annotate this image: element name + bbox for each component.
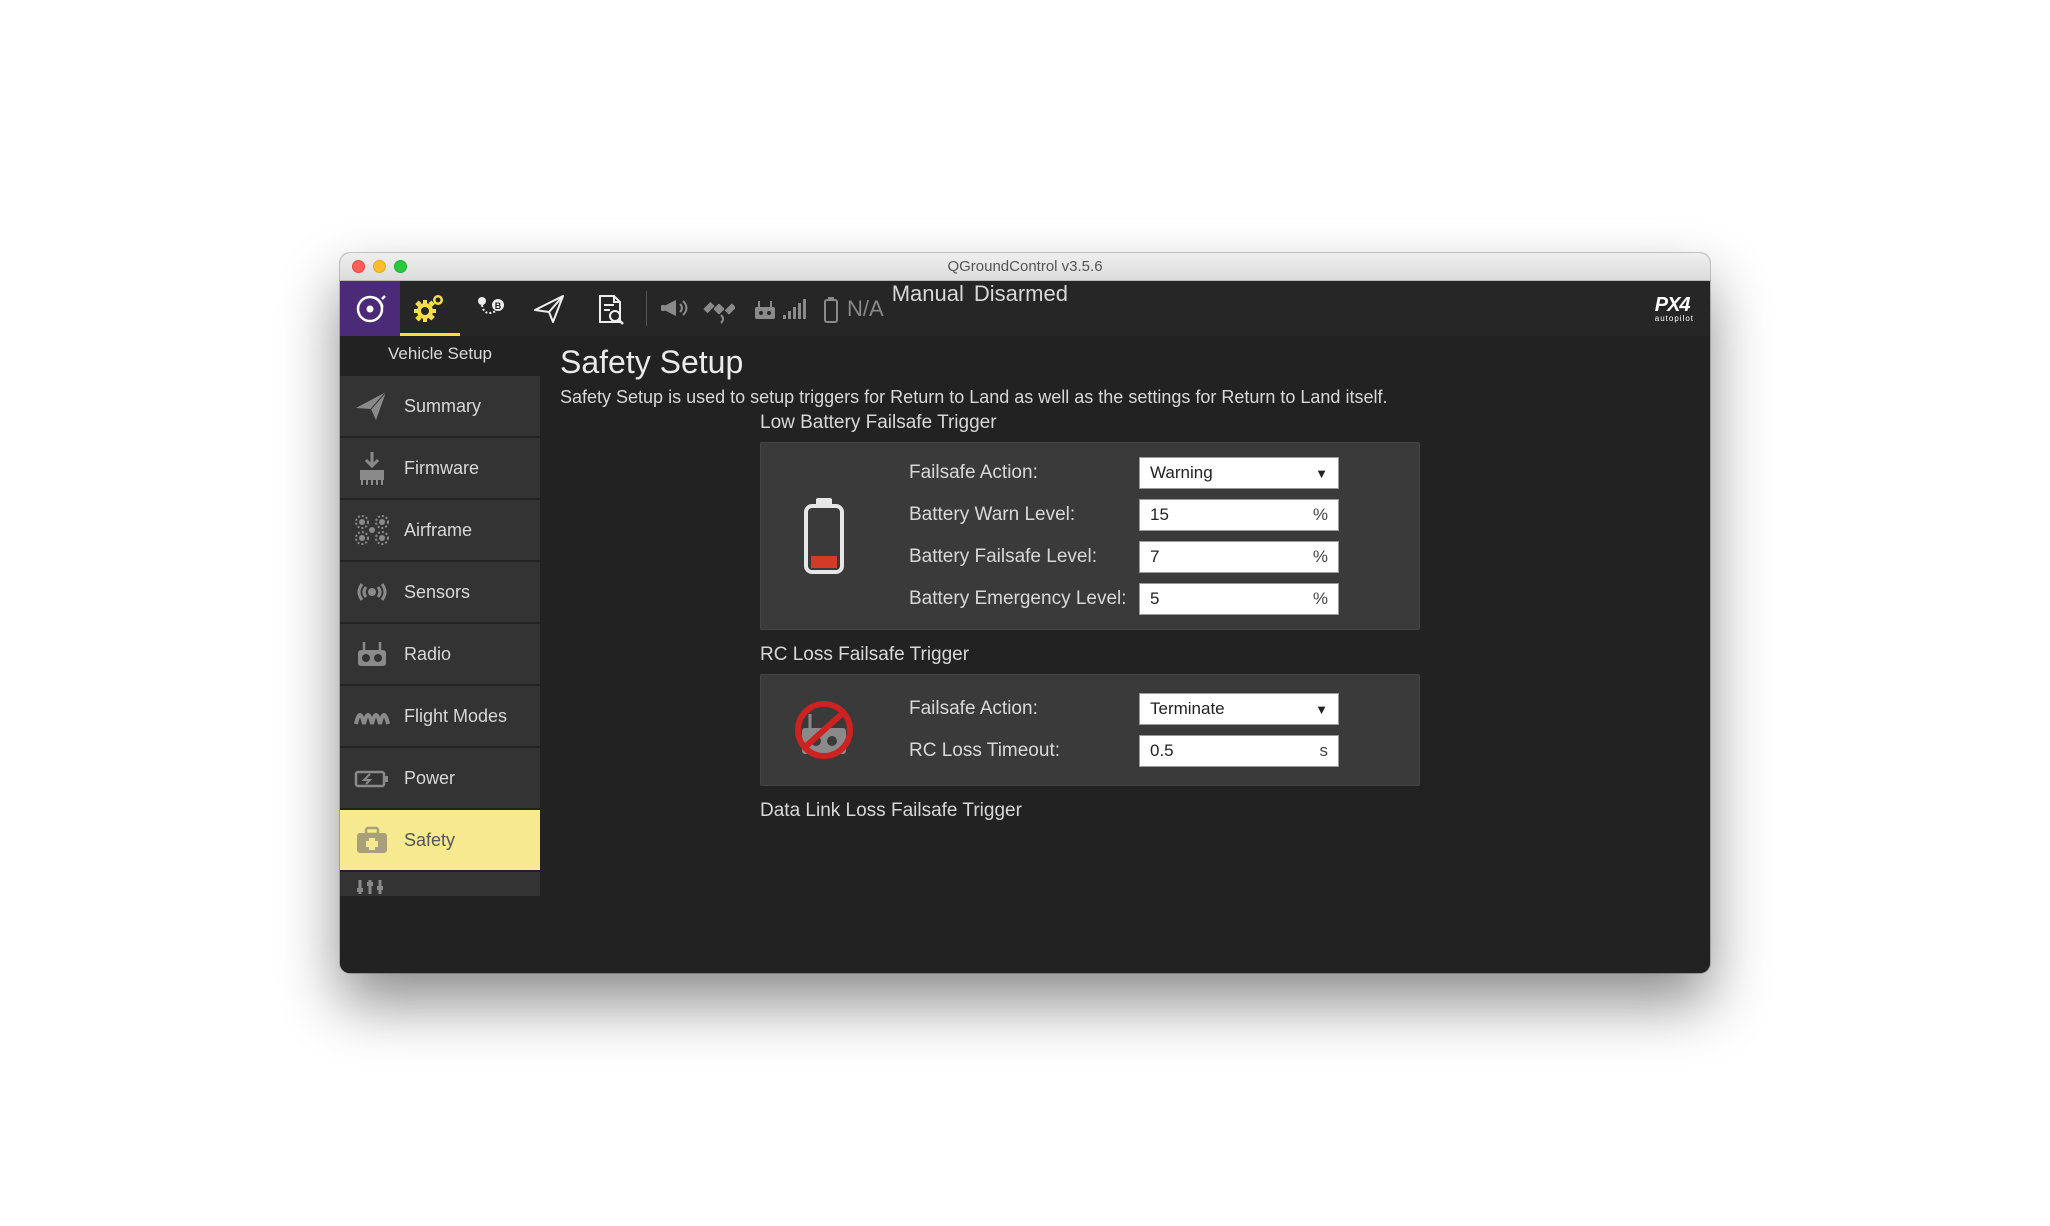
paper-plane-icon	[531, 290, 569, 328]
sidebar-item-label: Safety	[404, 830, 455, 851]
minimize-window-button[interactable]	[373, 260, 386, 273]
sidebar-item-label: Firmware	[404, 458, 479, 479]
label-rc-timeout: RC Loss Timeout:	[909, 740, 1139, 762]
sidebar-item-label: Radio	[404, 644, 451, 665]
qgc-logo-icon	[352, 291, 388, 327]
panel-rc-loss: Failsafe Action: Terminate ▼ RC Loss Tim…	[760, 674, 1420, 786]
sidebar-item-label: Summary	[404, 396, 481, 417]
toolbar-separator	[646, 291, 647, 326]
main-toolbar: B	[340, 281, 1710, 336]
app-settings-button[interactable]	[340, 281, 400, 336]
zoom-window-button[interactable]	[394, 260, 407, 273]
sidebar-item-label: Airframe	[404, 520, 472, 541]
px4-logo: PX4 autopilot	[1655, 295, 1694, 323]
document-search-icon	[592, 291, 628, 327]
gears-icon	[410, 287, 450, 327]
select-value: Terminate	[1150, 699, 1225, 719]
input-emergency-level[interactable]: 5 %	[1139, 583, 1339, 615]
chevron-down-icon: ▼	[1315, 702, 1328, 717]
input-value: 0.5	[1150, 741, 1174, 761]
sensors-icon	[350, 570, 394, 614]
battery-status[interactable]: N/A	[821, 281, 884, 336]
setup-view-button[interactable]	[400, 281, 460, 336]
input-value: 15	[1150, 505, 1169, 525]
fly-view-button[interactable]	[520, 281, 580, 336]
label-warn-level: Battery Warn Level:	[909, 504, 1139, 526]
sidebar-item-partial[interactable]	[340, 872, 540, 896]
first-aid-icon	[350, 818, 394, 862]
sidebar-item-airframe[interactable]: Airframe	[340, 500, 540, 560]
close-window-button[interactable]	[352, 260, 365, 273]
content-area: Safety Setup Safety Setup is used to set…	[540, 336, 1710, 973]
unit-suffix: %	[1313, 589, 1328, 609]
waypoint-icon: B	[472, 291, 508, 327]
page-description: Safety Setup is used to setup triggers f…	[560, 387, 1690, 408]
px4-logo-sub: autopilot	[1655, 315, 1694, 323]
page-title: Safety Setup	[560, 344, 1690, 381]
sidebar-item-summary[interactable]: Summary	[340, 376, 540, 436]
app-window: QGroundControl v3.5.6	[340, 253, 1710, 973]
radio-transmitter-icon	[350, 632, 394, 676]
unit-suffix: %	[1313, 547, 1328, 567]
select-rc-loss-action[interactable]: Terminate ▼	[1139, 693, 1339, 725]
chevron-down-icon: ▼	[1315, 466, 1328, 481]
battery-icon	[821, 294, 841, 324]
input-value: 5	[1150, 589, 1159, 609]
sidebar-item-power[interactable]: Power	[340, 748, 540, 808]
input-rc-timeout[interactable]: 0.5 s	[1139, 735, 1339, 767]
rc-status[interactable]	[751, 281, 811, 336]
sidebar-item-firmware[interactable]: Firmware	[340, 438, 540, 498]
tuning-sliders-icon	[350, 876, 390, 896]
analyze-view-button[interactable]	[580, 281, 640, 336]
section-title-low-battery: Low Battery Failsafe Trigger	[760, 412, 1690, 434]
flight-modes-icon	[350, 694, 394, 738]
paper-plane-icon	[350, 384, 394, 428]
sidebar-item-radio[interactable]: Radio	[340, 624, 540, 684]
rc-signal-icon	[751, 295, 811, 323]
window-title: QGroundControl v3.5.6	[340, 258, 1710, 275]
select-value: Warning	[1150, 463, 1213, 483]
input-warn-level[interactable]: 15 %	[1139, 499, 1339, 531]
airframe-icon	[350, 508, 394, 552]
sidebar-header: Vehicle Setup	[340, 338, 540, 374]
setup-sidebar: Vehicle Setup Summary F	[340, 336, 540, 973]
input-value: 7	[1150, 547, 1159, 567]
messages-button[interactable]	[653, 281, 697, 336]
sidebar-item-sensors[interactable]: Sensors	[340, 562, 540, 622]
megaphone-icon	[658, 292, 692, 326]
select-low-battery-action[interactable]: Warning ▼	[1139, 457, 1339, 489]
px4-logo-text: PX4	[1655, 294, 1690, 316]
chip-download-icon	[350, 446, 394, 490]
arm-state-indicator[interactable]: Disarmed	[974, 281, 1068, 336]
sidebar-item-label: Sensors	[404, 582, 470, 603]
section-title-rc-loss: RC Loss Failsafe Trigger	[760, 644, 1690, 666]
unit-suffix: s	[1320, 741, 1329, 761]
label-rc-failsafe-action: Failsafe Action:	[909, 698, 1139, 720]
rc-loss-icon	[779, 698, 869, 762]
traffic-lights	[352, 260, 407, 273]
battery-text: N/A	[847, 296, 884, 322]
flight-mode-indicator[interactable]: Manual	[892, 281, 964, 336]
unit-suffix: %	[1313, 505, 1328, 525]
gps-button[interactable]	[697, 281, 741, 336]
sidebar-item-label: Flight Modes	[404, 706, 507, 727]
input-failsafe-level[interactable]: 7 %	[1139, 541, 1339, 573]
sidebar-item-safety[interactable]: Safety	[340, 810, 540, 870]
battery-horizontal-icon	[350, 756, 394, 800]
titlebar: QGroundControl v3.5.6	[340, 253, 1710, 281]
plan-view-button[interactable]: B	[460, 281, 520, 336]
satellite-icon	[703, 293, 735, 325]
label-failsafe-level: Battery Failsafe Level:	[909, 546, 1139, 568]
svg-text:B: B	[495, 301, 502, 311]
low-battery-icon	[779, 496, 869, 576]
section-title-data-link: Data Link Loss Failsafe Trigger	[760, 800, 1690, 822]
sidebar-item-label: Power	[404, 768, 455, 789]
label-emergency-level: Battery Emergency Level:	[909, 588, 1139, 610]
label-failsafe-action: Failsafe Action:	[909, 462, 1139, 484]
panel-low-battery: Failsafe Action: Warning ▼ Battery Warn …	[760, 442, 1420, 630]
sidebar-item-flight-modes[interactable]: Flight Modes	[340, 686, 540, 746]
